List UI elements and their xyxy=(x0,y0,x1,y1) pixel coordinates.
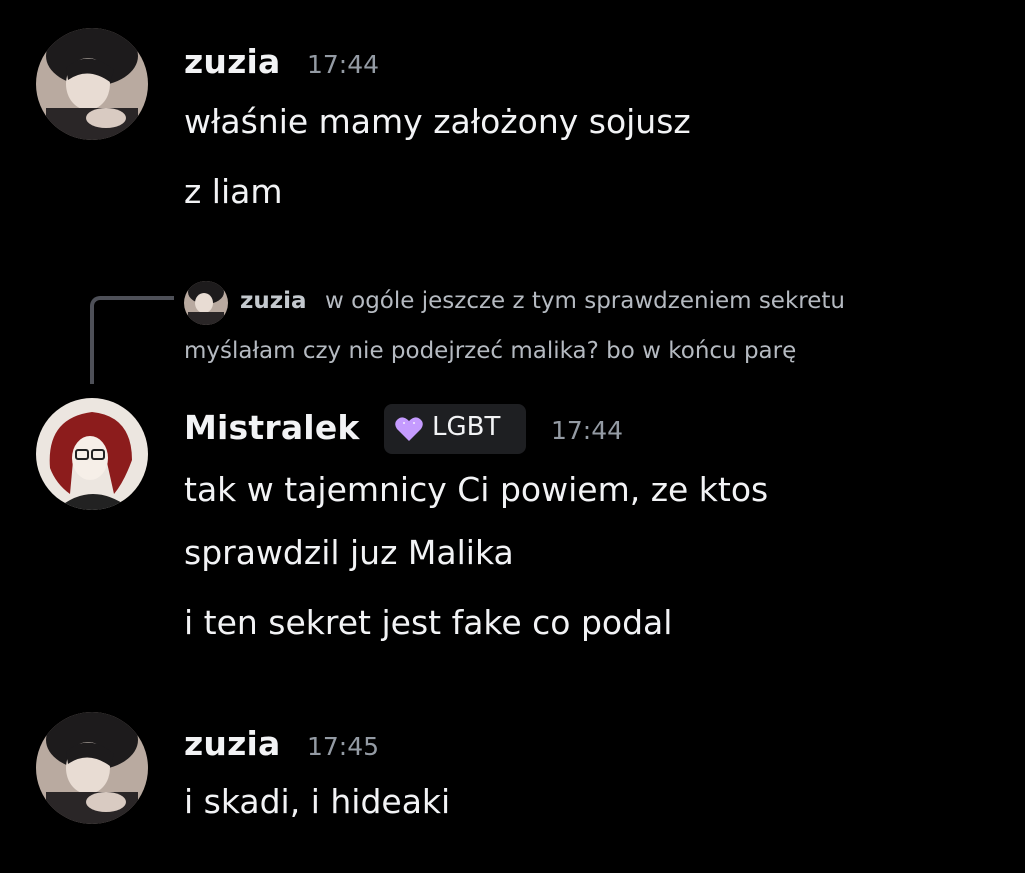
username[interactable]: zuzia xyxy=(184,42,281,81)
message-text: tak w tajemnicy Ci powiem, ze ktos xyxy=(184,470,769,509)
username[interactable]: zuzia xyxy=(184,724,281,763)
user-avatar-icon xyxy=(36,28,148,140)
message-text: i ten sekret jest fake co podal xyxy=(184,603,673,642)
user-avatar-icon xyxy=(184,281,228,325)
timestamp: 17:45 xyxy=(307,732,380,761)
user-avatar-icon xyxy=(36,712,148,824)
reply-preview-text[interactable]: w ogóle jeszcze z tym sprawdzeniem sekre… xyxy=(325,288,845,314)
timestamp: 17:44 xyxy=(307,50,380,79)
reply-spine xyxy=(90,296,174,384)
avatar[interactable] xyxy=(36,398,148,510)
message-text: właśnie mamy założony sojusz xyxy=(184,102,691,141)
reply-username[interactable]: zuzia xyxy=(240,288,307,314)
user-avatar-icon xyxy=(36,398,148,510)
message-text: i skadi, i hideaki xyxy=(184,782,451,821)
role-badge[interactable]: LGBT xyxy=(384,404,526,454)
avatar[interactable] xyxy=(36,28,148,140)
timestamp: 17:44 xyxy=(551,416,624,445)
purple-heart-icon xyxy=(395,417,423,441)
username[interactable]: Mistralek xyxy=(184,408,360,447)
role-badge-label: LGBT xyxy=(432,412,501,442)
reply-preview-text[interactable]: myślałam czy nie podejrzeć malika? bo w … xyxy=(184,338,796,364)
reply-avatar[interactable] xyxy=(184,281,228,325)
message-text: sprawdzil juz Malika xyxy=(184,533,514,572)
message-text: z liam xyxy=(184,172,283,211)
avatar[interactable] xyxy=(36,712,148,824)
